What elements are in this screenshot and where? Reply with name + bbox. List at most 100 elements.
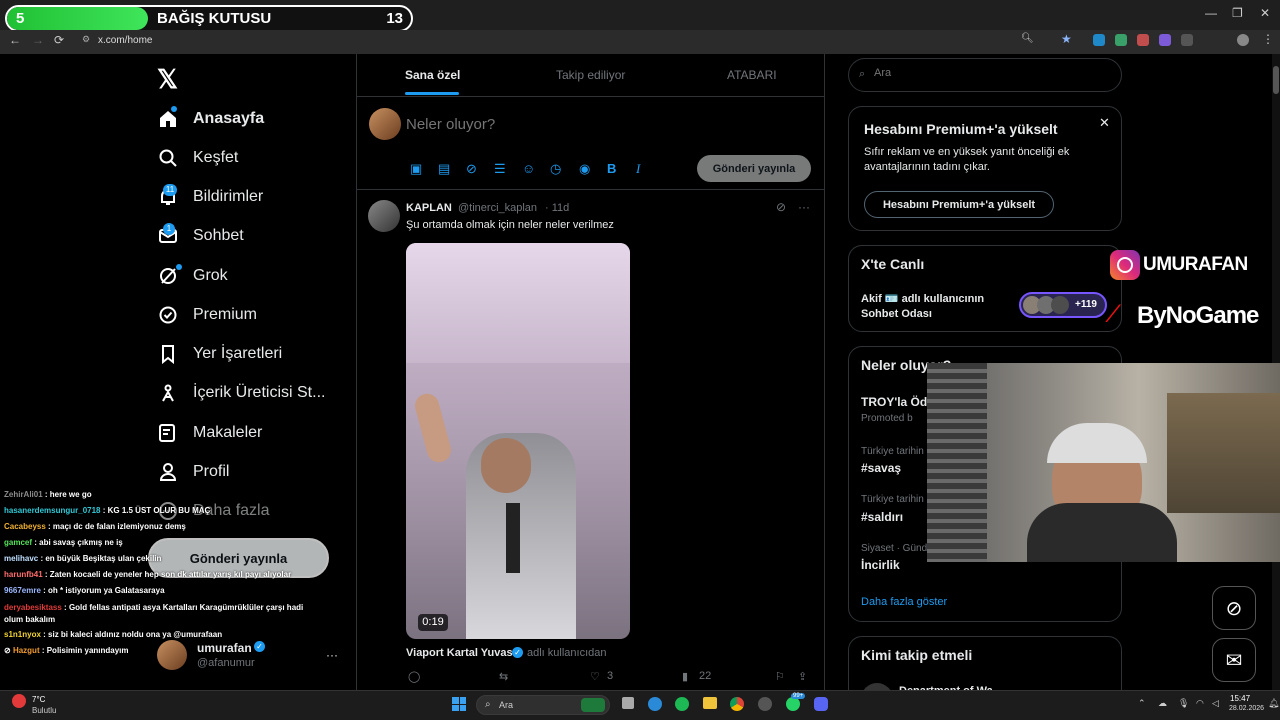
live-room-description[interactable]: Akif 🪪 adlı kullanıcının Sohbet Odası <box>861 292 1009 322</box>
reply-icon[interactable]: ◯ <box>408 670 420 683</box>
windows-start-icon[interactable] <box>452 697 466 711</box>
tweet-source[interactable]: Viaport Kartal Yuvası <box>406 647 516 659</box>
sidebar-item-bookmarks[interactable]: Yer İşaretleri <box>157 339 282 369</box>
tweet-author-name[interactable]: KAPLAN <box>406 202 452 214</box>
grok-icon[interactable]: ⊘ <box>466 161 477 177</box>
app-icon[interactable] <box>758 697 772 711</box>
zoom-icon[interactable]: 🔍︎ <box>1021 33 1034 44</box>
emoji-icon[interactable]: ☺ <box>522 161 535 176</box>
browser-menu-icon[interactable]: ⋮ <box>1262 32 1274 46</box>
close-window-icon[interactable]: ✕ <box>1260 6 1270 20</box>
sidebar-item-profile[interactable]: Profil <box>157 457 229 487</box>
tab-following[interactable]: Takip ediliyor <box>556 68 625 82</box>
extensions-puzzle-icon[interactable] <box>1181 34 1193 46</box>
views-icon[interactable]: ▮ <box>682 670 688 683</box>
edge-icon[interactable] <box>648 697 662 711</box>
bookmark-icon[interactable]: ⚐ <box>775 670 785 683</box>
avatar[interactable] <box>157 640 187 670</box>
clock-time[interactable]: 15:47 <box>1230 694 1250 703</box>
tray-app-icon[interactable]: ☁ <box>1158 698 1167 709</box>
share-icon[interactable]: ⇪ <box>798 670 807 683</box>
verified-icon: ✓ <box>254 641 265 652</box>
reload-icon[interactable]: ⟳ <box>54 33 64 47</box>
compose-input[interactable] <box>406 113 686 135</box>
tab-for-you[interactable]: Sana özel <box>405 68 460 82</box>
tray-chevron-icon[interactable]: ⌃ <box>1138 698 1146 709</box>
live-participants[interactable]: +119 <box>1019 292 1107 318</box>
discord-icon[interactable] <box>814 697 828 711</box>
back-icon[interactable]: ← <box>9 33 21 47</box>
search-icon: ⌕ <box>859 68 866 80</box>
like-icon[interactable]: ♡ <box>590 670 600 683</box>
tweet-source-suffix: adlı kullanıcıdan <box>527 647 607 659</box>
instagram-icon <box>1110 250 1140 280</box>
sidebar-item-articles[interactable]: Makaleler <box>157 418 262 448</box>
trend-title[interactable]: TROY'la Öd <box>861 395 927 409</box>
poll-icon[interactable]: ☰ <box>494 161 506 177</box>
url-field[interactable]: x.com/home <box>98 35 152 46</box>
grok-icon[interactable]: ⊘ <box>1212 586 1256 630</box>
sidebar-item-premium[interactable]: Premium <box>157 300 257 330</box>
search-box[interactable]: ⌕ <box>848 58 1122 92</box>
tweet-avatar[interactable] <box>368 200 400 232</box>
search-input[interactable] <box>874 67 1104 79</box>
compose-post-button[interactable]: Gönderi yayınla <box>697 155 811 182</box>
extension-icon[interactable] <box>1137 34 1149 46</box>
maximize-icon[interactable]: ❐ <box>1232 6 1243 20</box>
site-info-icon[interactable]: ⚙ <box>82 34 90 45</box>
grok-icon[interactable]: ⊘ <box>776 200 786 214</box>
weather-icon[interactable] <box>12 694 26 708</box>
chrome-icon[interactable] <box>730 697 744 711</box>
extension-icon[interactable] <box>1093 34 1105 46</box>
volume-icon[interactable]: ◁ <box>1212 698 1219 709</box>
profile-avatar-icon[interactable] <box>1237 34 1249 46</box>
show-more-link[interactable]: Daha fazla göster <box>861 596 947 608</box>
account-menu-button[interactable]: ··· <box>326 648 338 662</box>
italic-icon[interactable]: I <box>636 161 640 177</box>
donation-bar: 5 BAĞIŞ KUTUSU 13 <box>5 5 413 32</box>
microphone-icon[interactable]: 🎙︎ <box>1178 698 1189 709</box>
messages-icon[interactable]: ✉ <box>1212 638 1256 682</box>
trend-title[interactable]: #savaş <box>861 461 901 475</box>
forward-icon[interactable]: → <box>32 33 44 47</box>
trend-subtitle: Türkiye tarihin <box>861 494 924 505</box>
image-icon[interactable]: ▣ <box>410 161 422 177</box>
chat-text: oh * istiyorum ya Galatasaraya <box>48 586 165 595</box>
extension-icon[interactable] <box>1159 34 1171 46</box>
gif-icon[interactable]: ▤ <box>438 161 450 177</box>
extension-icon[interactable] <box>1115 34 1127 46</box>
notification-center-icon[interactable]: 🔔︎ <box>1268 698 1279 709</box>
tab-atabari[interactable]: ATABARI <box>727 68 777 82</box>
live-participant-count: +119 <box>1075 299 1097 310</box>
minimize-icon[interactable]: — <box>1205 6 1217 20</box>
file-explorer-icon[interactable] <box>703 697 717 709</box>
x-logo-icon[interactable]: 𝕏 <box>157 64 178 95</box>
sidebar-item-label: İçerik Üreticisi St... <box>193 384 326 401</box>
retweet-icon[interactable]: ⇆ <box>499 670 508 683</box>
schedule-icon[interactable]: ◷ <box>550 161 561 177</box>
wifi-icon[interactable]: ◠ <box>1196 698 1204 709</box>
tweet-more-icon[interactable]: ··· <box>798 200 810 214</box>
tweet-time[interactable]: · 11d <box>545 202 569 214</box>
taskbar-search[interactable]: ⌕ Ara <box>476 695 610 715</box>
trend-title[interactable]: #saldırı <box>861 510 903 524</box>
chat-text: maçı dc de falan izlemiyonuz demş <box>52 522 186 531</box>
whatsapp-icon[interactable] <box>786 697 800 711</box>
task-view-icon[interactable] <box>622 697 634 709</box>
location-icon[interactable]: ◉ <box>579 161 590 177</box>
tweet-author-handle[interactable]: @tinerci_kaplan <box>458 202 537 214</box>
trend-title[interactable]: İncirlik <box>861 558 900 572</box>
tweet-video[interactable] <box>406 243 630 639</box>
star-icon[interactable]: ★ <box>1061 32 1072 46</box>
sidebar-item-grok[interactable]: Grok <box>157 261 228 291</box>
bold-icon[interactable]: B <box>607 161 616 176</box>
sidebar-item-label: Premium <box>193 306 258 323</box>
close-icon[interactable]: ✕ <box>1099 115 1110 131</box>
sidebar-item-explore[interactable]: Keşfet <box>157 143 238 173</box>
spotify-icon[interactable] <box>675 697 689 711</box>
chat-text: Zaten kocaeli de yeneler hep son dk attı… <box>49 570 292 579</box>
search-highlight-icon <box>581 698 605 712</box>
clock-date[interactable]: 28.02.2026 <box>1229 705 1264 712</box>
sidebar-item-creator-studio[interactable]: İçerik Üreticisi St... <box>157 378 325 408</box>
premium-upgrade-button[interactable]: Hesabını Premium+'a yükselt <box>864 191 1054 218</box>
